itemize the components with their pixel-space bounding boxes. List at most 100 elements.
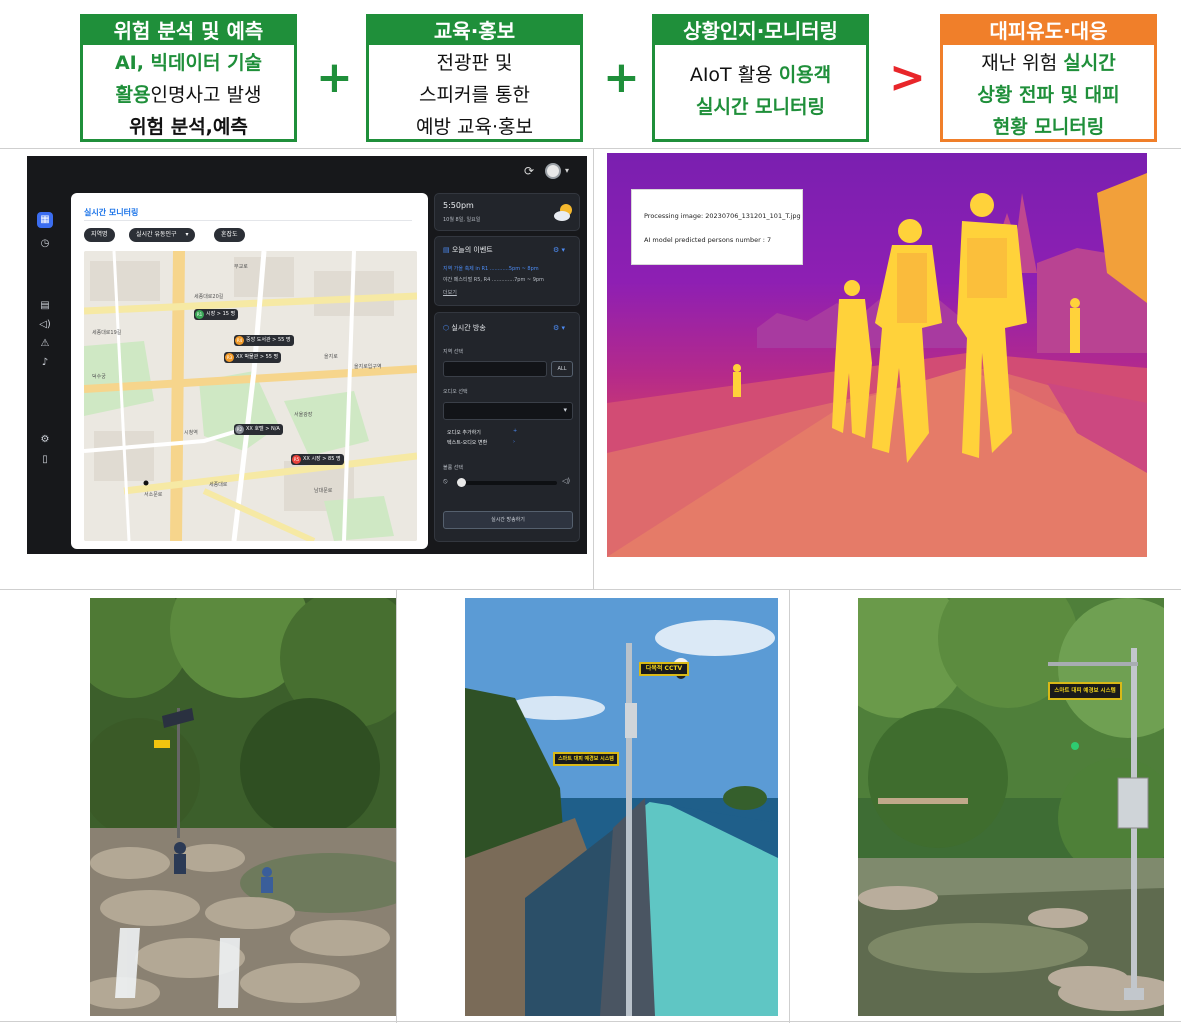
map-card-title: 실시간 모니터링 <box>84 208 139 217</box>
map-place-label: 남대문로 <box>314 488 333 494</box>
audio-select-label: 오디오 선택 <box>443 389 468 395</box>
filter-congestion[interactable]: 혼잡도 <box>214 228 245 242</box>
map-card: 실시간 모니터링 지역명 실시간 유동인구 ▾ 혼잡도 무교로 세종대로20길 … <box>71 193 428 549</box>
process-text: AI, 빅데이터 기술 <box>114 52 263 74</box>
volume-slider[interactable] <box>457 478 557 487</box>
evacuation-system-sign: 스마트 대피 예경보 시스템 <box>1048 682 1122 700</box>
all-button[interactable]: ALL <box>551 361 573 377</box>
evacuation-system-sign: 스마트 대피 예경보 시스템 <box>553 752 619 766</box>
plus-operator: + <box>603 52 640 103</box>
map-place-label: 서울광장 <box>294 412 313 418</box>
weather-panel: 5:50pm 10월 8일, 일요일 <box>434 193 580 231</box>
process-text: 전광판 및 <box>436 52 513 74</box>
plus-operator: + <box>316 52 353 103</box>
broadcast-panel: ⬡ 실시간 방송 ⚙ ▾ 지역 선택 ALL 오디오 선택 ▾ 오디오 추가하기… <box>434 312 580 542</box>
process-box-monitoring: 상황인지·모니터링 AIoT 활용 이용객 실시간 모니터링 <box>652 14 869 142</box>
clock-icon[interactable]: ◷ <box>37 236 53 252</box>
sidebar: ▦ ◷ ▤ ◁) ⚠ ♪ ⚙ ▯ <box>27 192 63 554</box>
greater-than-operator: > <box>889 52 926 103</box>
settings-icon[interactable]: ⚙ ▾ <box>553 324 565 332</box>
event-item[interactable]: 야간 페스티벌 R5, R4 ..............7pm ~ 9pm <box>443 276 544 283</box>
map-marker-r3[interactable]: R3 XX 박물관 > 55 명 <box>224 352 282 363</box>
event-item[interactable]: 지역 가을 축제 in R1 ............5pm ~ 8pm <box>443 265 539 272</box>
stream-scene <box>858 598 1164 1016</box>
map-roads <box>84 251 417 541</box>
map-marker-r4[interactable]: R4 중앙 도서관 > 55 명 <box>234 335 294 346</box>
settings-icon[interactable]: ⚙ <box>37 432 53 448</box>
refresh-icon[interactable]: ⟳ <box>524 164 534 178</box>
mute-icon[interactable]: ⦸ <box>443 477 448 486</box>
tts-link[interactable]: 텍스트-오디오 변환 <box>447 439 487 446</box>
process-text: 위험 분석,예측 <box>129 116 248 138</box>
process-text: 예방 교육·홍보 <box>416 116 533 138</box>
events-panel: ▤ 오늘의 이벤트 ⚙ ▾ 지역 가을 축제 in R1 ...........… <box>434 236 580 306</box>
promenade-scene <box>465 598 778 1016</box>
chevron-down-icon[interactable]: ▾ <box>565 166 569 175</box>
settings-icon[interactable]: ⚙ ▾ <box>553 246 565 254</box>
ai-result-box: Processing image: 20230706_131201_101_T.… <box>631 189 803 265</box>
map-marker-r1[interactable]: R1 시장 > 15 명 <box>194 309 239 320</box>
process-text: 스피커를 통한 <box>419 84 530 106</box>
calendar-icon: ▤ <box>443 246 450 254</box>
map-place-label: 덕수궁 <box>92 374 106 380</box>
dashboard-icon[interactable]: ▦ <box>37 212 53 228</box>
map-place-label: 세종대로20길 <box>194 294 224 300</box>
plus-icon[interactable]: + <box>513 428 517 434</box>
bell-icon[interactable]: ♪ <box>37 355 53 371</box>
speaker-icon[interactable]: ◁) <box>562 477 570 485</box>
current-date: 10월 8일, 일요일 <box>443 217 481 223</box>
filter-population[interactable]: 실시간 유동인구 ▾ <box>129 228 195 242</box>
more-link[interactable]: 더보기 <box>443 289 457 296</box>
process-title: 대피유도·대응 <box>943 17 1154 45</box>
document-icon[interactable]: ▯ <box>37 452 53 468</box>
divider <box>84 220 412 221</box>
process-title: 교육·홍보 <box>369 17 580 45</box>
process-text: 현황 모니터링 <box>992 116 1105 138</box>
processing-image-text: Processing image: 20230706_131201_101_T.… <box>644 212 801 220</box>
divider <box>0 148 1181 149</box>
events-title: ▤ 오늘의 이벤트 <box>443 246 493 254</box>
valley-photo <box>90 598 396 1016</box>
process-text: 재난 위험 실시간 <box>981 52 1116 74</box>
chevron-right-icon[interactable]: › <box>513 439 515 445</box>
map-place-label: 을지로입구역 <box>354 364 382 370</box>
predicted-persons-text: AI model predicted persons number : 7 <box>644 236 772 244</box>
map-place-label: 세종대로 <box>209 482 228 488</box>
process-text: AIoT 활용 이용객 <box>689 64 832 86</box>
divider <box>0 589 1181 590</box>
map-place-label: 서소문로 <box>144 492 163 498</box>
volume-slider-handle[interactable] <box>457 478 466 487</box>
process-text: 활용인명사고 발생 <box>115 84 262 106</box>
divider <box>0 1021 1181 1022</box>
weather-icon <box>554 204 572 221</box>
avatar[interactable] <box>545 163 561 179</box>
map-marker-r2[interactable]: R2 XX 호텔 > N/A <box>234 424 283 435</box>
process-box-analysis: 위험 분석 및 예측 AI, 빅데이터 기술 활용인명사고 발생 위험 분석,예… <box>80 14 297 142</box>
process-text: 상황 전파 및 대피 <box>977 84 1120 106</box>
audio-select-dropdown[interactable]: ▾ <box>443 402 573 420</box>
speaker-icon[interactable]: ◁) <box>37 317 53 333</box>
add-audio-link[interactable]: 오디오 추가하기 <box>447 429 481 436</box>
map-place-label: 을지로 <box>324 354 338 360</box>
broadcast-icon: ⬡ <box>443 324 450 332</box>
city-map[interactable]: 무교로 세종대로20길 세종대로19길 을지로 을지로입구역 덕수궁 시청역 서… <box>84 251 417 541</box>
process-box-response: 대피유도·대응 재난 위험 실시간 상황 전파 및 대피 현황 모니터링 <box>940 14 1157 142</box>
divider <box>789 589 790 1023</box>
warning-icon[interactable]: ⚠ <box>37 336 53 352</box>
divider <box>593 148 594 589</box>
process-text: 실시간 모니터링 <box>696 96 825 118</box>
map-marker-r5[interactable]: R5 XX 시장 > 85 명 <box>291 454 344 465</box>
region-select-input[interactable] <box>443 361 547 377</box>
start-broadcast-button[interactable]: 실시간 방송하기 <box>443 511 573 529</box>
map-place-label: 세종대로19길 <box>92 330 122 336</box>
filter-region[interactable]: 지역명 <box>84 228 115 242</box>
process-title: 상황인지·모니터링 <box>655 17 866 45</box>
thermal-camera-image: Processing image: 20230706_131201_101_T.… <box>607 153 1147 557</box>
map-place-label: 무교로 <box>234 264 248 270</box>
calendar-icon[interactable]: ▤ <box>37 298 53 314</box>
broadcast-title: ⬡ 실시간 방송 <box>443 324 486 332</box>
volume-label: 볼륨 선택 <box>443 465 463 471</box>
divider <box>396 589 397 1023</box>
valley-scene <box>90 598 396 1016</box>
stream-photo: 스마트 대피 예경보 시스템 <box>858 598 1164 1016</box>
